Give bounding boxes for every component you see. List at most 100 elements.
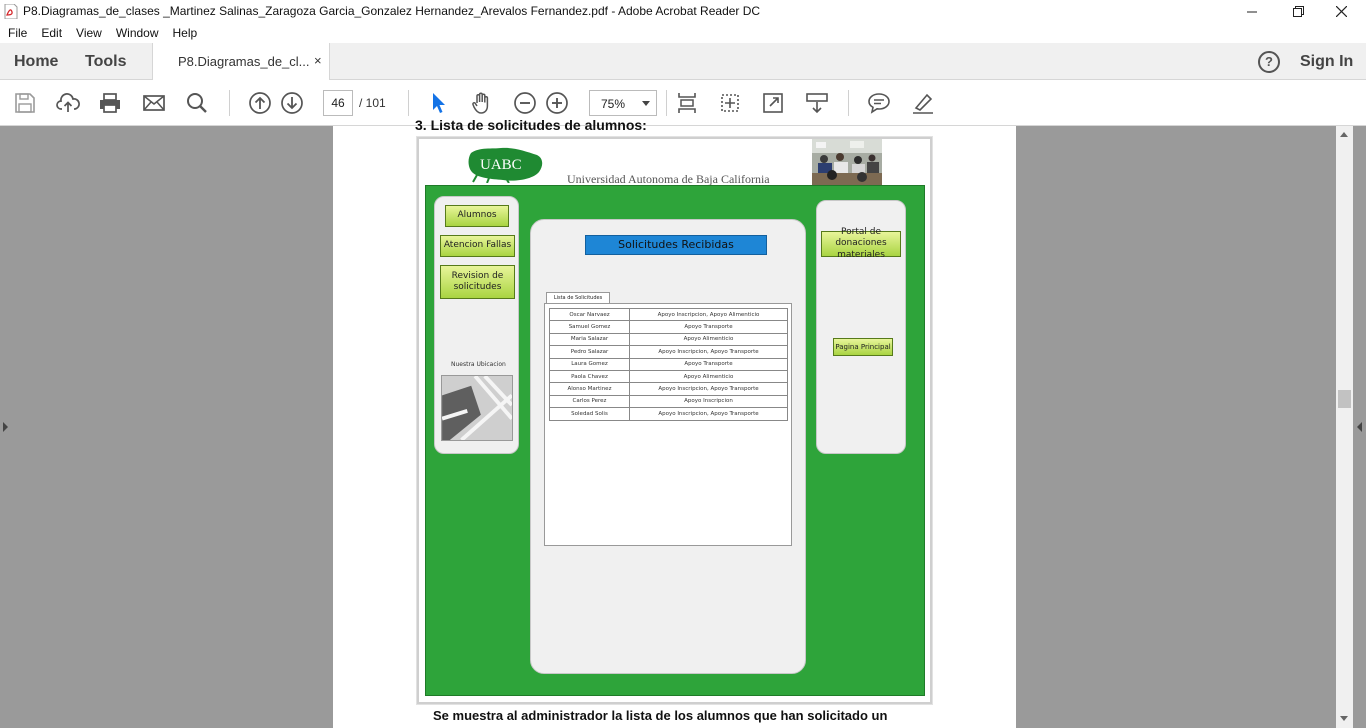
request-type-cell: Apoyo Transporte [629, 357, 788, 371]
requests-table: Oscar Narvaez Apoyo Inscripcion, Apoyo Al… [549, 307, 788, 421]
uabc-logo: UABC [468, 147, 543, 183]
student-name-cell: Carlos Perez [549, 394, 630, 409]
left-panel-toggle-icon[interactable] [3, 422, 8, 432]
search-icon[interactable] [185, 91, 209, 115]
scroll-down-icon[interactable] [1340, 716, 1348, 721]
request-type-cell: Apoyo Inscripcion, Apoyo Transporte [629, 407, 788, 421]
menu-help[interactable]: Help [173, 23, 198, 43]
previous-page-icon[interactable] [248, 91, 272, 115]
highlight-pen-icon[interactable] [911, 91, 935, 115]
table-row[interactable]: Soledad Solis Apoyo Inscripcion, Apoyo Tr… [549, 407, 788, 421]
menu-edit[interactable]: Edit [41, 23, 62, 43]
minimize-button[interactable] [1229, 0, 1275, 23]
page-caption: Se muestra al administrador la lista de … [433, 708, 888, 723]
table-row[interactable]: Laura Gomez Apoyo Transporte [549, 357, 788, 371]
pagina-principal-button[interactable]: Pagina Principal [833, 338, 893, 356]
document-tab-label: P8.Diagramas_de_cl... [178, 54, 310, 69]
alumnos-button[interactable]: Alumnos [445, 205, 509, 227]
menu-window[interactable]: Window [116, 23, 159, 43]
scroll-up-icon[interactable] [1340, 132, 1348, 137]
scroll-mode-icon[interactable] [718, 91, 742, 115]
page-number-input[interactable]: 46 [323, 90, 353, 116]
close-window-button[interactable] [1318, 0, 1364, 23]
title-bar: P8.Diagramas_de_clases _Martinez Salinas… [0, 0, 1366, 23]
close-icon [1335, 6, 1347, 17]
upload-cloud-icon[interactable] [56, 91, 80, 115]
request-type-cell: Apoyo Transporte [629, 320, 788, 334]
restore-icon [1292, 6, 1304, 17]
zoom-dropdown[interactable]: 75% [589, 90, 657, 116]
section-heading: 3. Lista de solicitudes de alumnos: [415, 117, 647, 133]
toolbar-separator [848, 90, 849, 116]
location-label: Nuestra Ubicacion [451, 361, 506, 368]
list-tab[interactable]: Lista de Solicitudes [546, 292, 610, 303]
portal-donaciones-button[interactable]: Portal de donaciones materiales [821, 227, 901, 260]
table-row[interactable]: Carlos Perez Apoyo Inscripcion [549, 394, 788, 409]
request-type-cell: Apoyo Alimenticio [629, 332, 788, 347]
restore-button[interactable] [1275, 0, 1321, 23]
tab-bar: Home Tools P8.Diagramas_de_cl... × ? Sig… [0, 43, 1366, 80]
mockup-content-area: Alumnos Atencion Fallas Revision de soli… [425, 185, 925, 696]
print-icon[interactable] [98, 91, 122, 115]
logo-text: UABC [480, 157, 522, 173]
toolbar-separator [408, 90, 409, 116]
pdf-page: 3. Lista de solicitudes de alumnos: UABC… [333, 117, 1016, 728]
document-area[interactable]: 3. Lista de solicitudes de alumnos: UABC… [0, 117, 1366, 728]
table-row[interactable]: Paola Chavez Apoyo Alimenticio [549, 369, 788, 384]
request-type-cell: Apoyo Inscripcion, Apoyo Alimenticio [629, 307, 788, 322]
request-type-cell: Apoyo Inscripcion, Apoyo Transporte [629, 345, 788, 359]
hand-tool-icon[interactable] [470, 91, 494, 115]
page-total-label: / 101 [359, 96, 386, 110]
mockup-image: UABC Universidad Autonoma de Baja Califo… [417, 137, 932, 704]
location-map-icon [441, 375, 513, 441]
student-name-cell: Maria Salazar [549, 332, 630, 347]
solicitudes-header: Solicitudes Recibidas [585, 235, 767, 255]
toolbar-separator [229, 90, 230, 116]
scroll-thumb[interactable] [1338, 390, 1351, 408]
vertical-scrollbar[interactable] [1336, 126, 1353, 728]
fit-page-icon[interactable] [675, 91, 699, 115]
request-type-cell: Apoyo Inscripcion [629, 394, 788, 409]
zoom-in-icon[interactable] [545, 91, 569, 115]
read-mode-icon[interactable] [805, 91, 829, 115]
request-type-cell: Apoyo Alimenticio [629, 369, 788, 384]
full-screen-icon[interactable] [761, 91, 785, 115]
requests-list: Oscar Narvaez Apoyo Inscripcion, Apoyo Al… [544, 303, 792, 546]
student-name-cell: Pedro Salazar [549, 345, 630, 359]
student-name-cell: Soledad Solis [549, 407, 630, 421]
table-row[interactable]: Pedro Salazar Apoyo Inscripcion, Apoyo Tr… [549, 345, 788, 359]
center-panel: Solicitudes Recibidas Lista de Solicitud… [530, 219, 806, 674]
close-tab-icon[interactable]: × [314, 53, 322, 68]
request-type-cell: Apoyo Inscripcion, Apoyo Transporte [629, 382, 788, 396]
student-name-cell: Alonso Martinez [549, 382, 630, 396]
revision-solicitudes-button[interactable]: Revision de solicitudes [440, 265, 515, 299]
table-row[interactable]: Maria Salazar Apoyo Alimenticio [549, 332, 788, 347]
menu-file[interactable]: File [8, 23, 27, 43]
comment-icon[interactable] [867, 91, 891, 115]
select-cursor-icon[interactable] [427, 91, 451, 115]
toolbar: 46 / 101 75% [0, 80, 1366, 126]
toolbar-separator [666, 90, 667, 116]
student-name-cell: Oscar Narvaez [549, 307, 630, 322]
acrobat-pdf-icon [4, 4, 18, 19]
tab-home[interactable]: Home [14, 53, 58, 71]
table-row[interactable]: Samuel Gomez Apoyo Transporte [549, 320, 788, 334]
table-row[interactable]: Alonso Martinez Apoyo Inscripcion, Apoyo … [549, 382, 788, 396]
atencion-fallas-button[interactable]: Atencion Fallas [440, 235, 515, 257]
email-icon[interactable] [142, 91, 166, 115]
menu-view[interactable]: View [76, 23, 102, 43]
student-name-cell: Laura Gomez [549, 357, 630, 371]
student-name-cell: Samuel Gomez [549, 320, 630, 334]
table-row[interactable]: Oscar Narvaez Apoyo Inscripcion, Apoyo Al… [549, 307, 788, 322]
right-panel-toggle-icon[interactable] [1357, 422, 1362, 432]
students-photo [812, 139, 882, 185]
next-page-icon[interactable] [280, 91, 304, 115]
minimize-icon [1247, 11, 1257, 12]
help-icon[interactable]: ? [1258, 51, 1280, 73]
save-icon[interactable] [13, 91, 37, 115]
zoom-out-icon[interactable] [513, 91, 537, 115]
tab-tools[interactable]: Tools [85, 53, 126, 71]
student-name-cell: Paola Chavez [549, 369, 630, 384]
sign-in-link[interactable]: Sign In [1300, 53, 1353, 71]
tab-document[interactable]: P8.Diagramas_de_cl... × [152, 43, 330, 80]
